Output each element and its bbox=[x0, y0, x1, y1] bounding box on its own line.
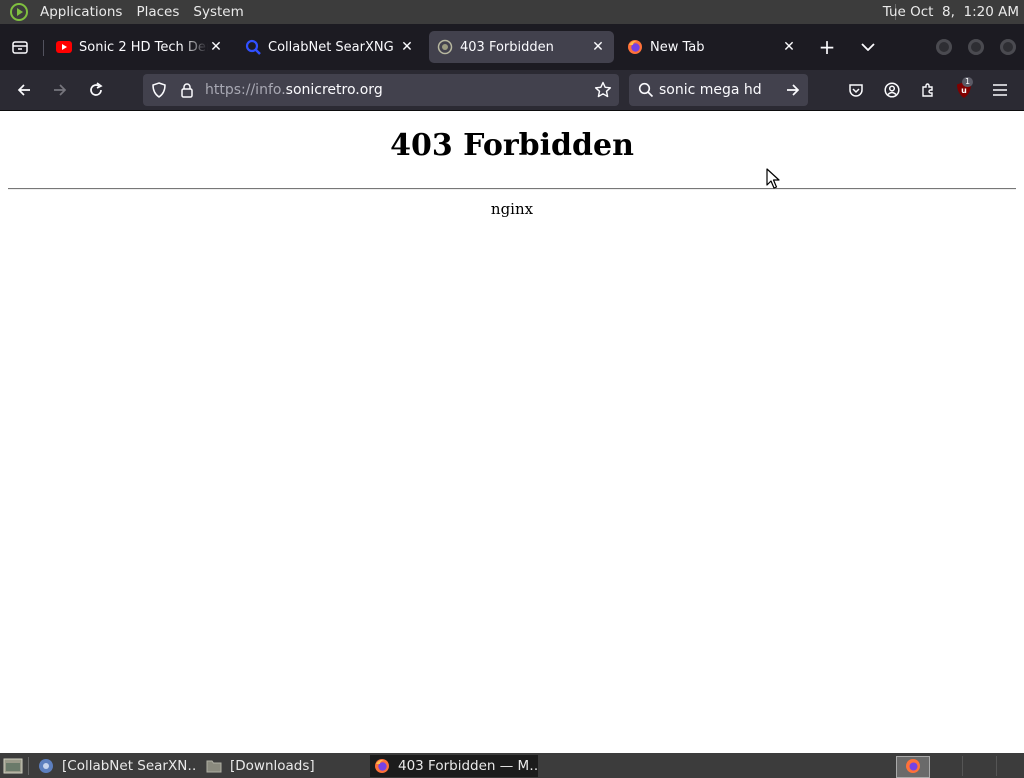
page-title: 403 Forbidden bbox=[390, 128, 634, 163]
bottom-taskbar: [CollabNet SearXN… [Downloads] 403 Forbi… bbox=[0, 753, 1024, 778]
bookmark-star-icon[interactable] bbox=[594, 81, 612, 99]
url-bar[interactable]: https://info.sonicretro.org bbox=[143, 74, 619, 106]
places-menu[interactable]: Places bbox=[129, 0, 186, 24]
page-content: 403 Forbidden nginx bbox=[0, 111, 1024, 753]
maximize-window-button[interactable] bbox=[968, 39, 984, 55]
new-tab-button[interactable]: + bbox=[814, 35, 840, 59]
firefox-view-icon[interactable] bbox=[6, 35, 34, 59]
url-prefix: https://info. bbox=[205, 82, 286, 98]
tab-new-tab[interactable]: New Tab ✕ bbox=[619, 31, 805, 63]
applications-menu[interactable]: Applications bbox=[33, 0, 129, 24]
tab-title: New Tab bbox=[650, 39, 705, 55]
close-tab-icon[interactable]: ✕ bbox=[590, 39, 606, 55]
show-desktop-icon[interactable] bbox=[3, 757, 23, 775]
account-icon[interactable] bbox=[879, 78, 905, 102]
searxng-icon bbox=[245, 39, 261, 55]
tab-collabnet-searxng[interactable]: CollabNet SearXNG ✕ bbox=[237, 31, 423, 63]
forward-button[interactable] bbox=[47, 78, 73, 102]
chromium-icon bbox=[38, 758, 54, 774]
search-icon bbox=[638, 82, 654, 98]
tab-strip: Sonic 2 HD Tech Demo ✕ CollabNet SearXNG… bbox=[0, 24, 1024, 70]
distro-logo-icon[interactable] bbox=[8, 1, 30, 23]
hamburger-menu-icon[interactable] bbox=[987, 78, 1013, 102]
clock[interactable]: Tue Oct 8, 1:20 AM bbox=[883, 0, 1019, 24]
back-button[interactable] bbox=[11, 78, 37, 102]
tab-title: Sonic 2 HD Tech Demo bbox=[79, 39, 208, 55]
workspace-3[interactable] bbox=[964, 756, 997, 776]
taskbar-item-firefox[interactable]: 403 Forbidden — M… bbox=[370, 755, 538, 777]
extensions-puzzle-icon[interactable] bbox=[915, 78, 941, 102]
workspace-4[interactable] bbox=[998, 756, 1024, 776]
close-tab-icon[interactable]: ✕ bbox=[781, 39, 797, 55]
lock-icon[interactable] bbox=[179, 82, 195, 98]
youtube-icon bbox=[56, 39, 72, 55]
taskbar-item-downloads[interactable]: [Downloads] bbox=[202, 755, 362, 777]
mouse-cursor-icon bbox=[766, 168, 780, 190]
task-label: 403 Forbidden — M… bbox=[398, 758, 538, 774]
taskbar-item-collabnet[interactable]: [CollabNet SearXN… bbox=[34, 755, 196, 777]
close-tab-icon[interactable]: ✕ bbox=[399, 39, 415, 55]
reload-button[interactable] bbox=[83, 78, 109, 102]
workspace-1[interactable] bbox=[896, 756, 930, 778]
search-go-arrow-icon[interactable] bbox=[785, 82, 801, 98]
firefox-icon bbox=[627, 39, 643, 55]
firefox-icon bbox=[374, 758, 390, 774]
minimize-window-button[interactable] bbox=[936, 39, 952, 55]
pocket-icon[interactable] bbox=[843, 78, 869, 102]
divider bbox=[8, 188, 1016, 190]
url-text[interactable]: https://info.sonicretro.org bbox=[205, 74, 383, 106]
extension-badge: 1 bbox=[962, 77, 974, 87]
taskbar-separator bbox=[28, 757, 29, 775]
server-name: nginx bbox=[490, 200, 534, 218]
tab-title: 403 Forbidden bbox=[460, 39, 554, 55]
tab-title: CollabNet SearXNG bbox=[268, 39, 394, 55]
list-all-tabs-chevron-icon[interactable] bbox=[855, 35, 881, 59]
search-input[interactable] bbox=[659, 74, 769, 106]
task-label: [CollabNet SearXN… bbox=[62, 758, 196, 774]
url-domain: sonicretro.org bbox=[285, 82, 383, 98]
close-tab-icon[interactable]: ✕ bbox=[208, 39, 224, 55]
tab-403-forbidden[interactable]: 403 Forbidden ✕ bbox=[429, 31, 614, 63]
tab-separator bbox=[43, 40, 44, 56]
workspace-2[interactable] bbox=[930, 756, 963, 776]
tab-sonic-2-hd[interactable]: Sonic 2 HD Tech Demo ✕ bbox=[48, 31, 232, 63]
system-menu[interactable]: System bbox=[186, 0, 250, 24]
generic-site-icon bbox=[437, 39, 453, 55]
tracking-protection-shield-icon[interactable] bbox=[151, 82, 167, 98]
task-label: [Downloads] bbox=[230, 758, 315, 774]
search-bar[interactable] bbox=[629, 74, 808, 106]
svg-text:u: u bbox=[961, 86, 967, 95]
nav-toolbar: https://info.sonicretro.org u 1 bbox=[0, 70, 1024, 111]
top-panel: Applications Places System Tue Oct 8, 1:… bbox=[0, 0, 1024, 24]
folder-icon bbox=[206, 758, 222, 774]
close-window-button[interactable] bbox=[1000, 39, 1016, 55]
